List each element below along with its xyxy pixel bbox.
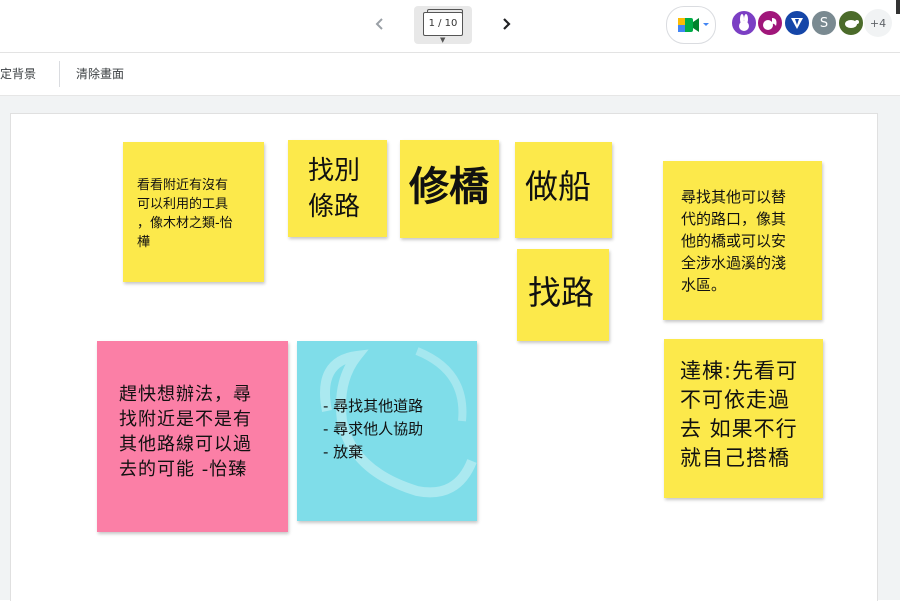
turtle-icon: [845, 20, 859, 28]
sticky-note-text: 趕快想辦法，尋 找附近是不是有 其他路線可以過 去的可能 -怡臻: [119, 384, 252, 480]
sticky-note[interactable]: 看看附近有沒有 可以利用的工具 ，像木材之類-怡 樺: [123, 142, 264, 282]
sticky-note-text: 找別 條路: [308, 156, 361, 222]
next-frame-button[interactable]: [492, 10, 520, 38]
green-turtle-avatar[interactable]: [837, 9, 865, 37]
rabbit-icon: [739, 14, 749, 31]
badger-icon: [791, 18, 803, 29]
window-edge: [896, 0, 900, 14]
meet-camera-icon: [678, 18, 709, 32]
sticky-note-text: 找路: [528, 273, 594, 312]
sticky-note[interactable]: 找路: [517, 249, 609, 341]
sticky-note-text: 修橋: [409, 164, 489, 210]
clear-frame-button[interactable]: 清除畫面: [76, 65, 124, 82]
sticky-note[interactable]: 找別 條路: [288, 140, 387, 237]
toolbar: 設定背景 清除畫面: [0, 53, 900, 96]
frame-indicator: 1 / 10: [428, 18, 458, 29]
previous-frame-button[interactable]: [366, 10, 394, 38]
caret-down-icon: ▼: [440, 36, 446, 44]
purple-rabbit-avatar[interactable]: [730, 9, 758, 37]
magenta-animal-avatar[interactable]: [756, 9, 784, 37]
chevron-left-icon: [375, 18, 383, 30]
sticky-note[interactable]: 達棟:先看可 不可依走過 去 如果不行 就自己搭橋: [664, 339, 823, 498]
sticky-note[interactable]: 做船: [515, 142, 612, 238]
blue-badger-avatar[interactable]: [783, 9, 811, 37]
s-avatar[interactable]: S: [810, 9, 838, 37]
squirrel-icon: [763, 18, 777, 30]
sticky-note[interactable]: 修橋: [400, 140, 499, 238]
set-background-button[interactable]: 設定背景: [0, 65, 36, 82]
sticky-note-text: 達棟:先看可 不可依走過 去 如果不行 就自己搭橋: [680, 359, 799, 470]
sticky-note-text: 看看附近有沒有 可以利用的工具 ，像木材之類-怡 樺: [137, 178, 233, 250]
chevron-right-icon: [503, 18, 511, 30]
top-bar: 1 / 10 ▼ S +4: [0, 0, 900, 53]
frame-navigator-button[interactable]: 1 / 10 ▼: [414, 6, 472, 44]
sticky-note-text: 做船: [525, 167, 591, 206]
sticky-note[interactable]: 趕快想辦法，尋 找附近是不是有 其他路線可以過 去的可能 -怡臻: [97, 341, 288, 532]
sticky-note-text: 尋找其他可以替 代的路口，像其 他的橋或可以安 全涉水過溪的淺 水區。: [681, 188, 787, 294]
sticky-note[interactable]: - 尋找其他道路 - 尋求他人協助 - 放棄: [297, 341, 477, 521]
s-avatar-initial: S: [819, 15, 829, 31]
more-participants-count[interactable]: +4: [864, 9, 892, 37]
sticky-note-text: - 尋找其他道路 - 尋求他人協助 - 放棄: [323, 397, 424, 461]
toolbar-divider: [59, 61, 60, 87]
sticky-note[interactable]: 尋找其他可以替 代的路口，像其 他的橋或可以安 全涉水過溪的淺 水區。: [663, 161, 822, 320]
frame-stack-front: 1 / 10: [423, 12, 463, 36]
google-meet-button[interactable]: [666, 6, 716, 44]
